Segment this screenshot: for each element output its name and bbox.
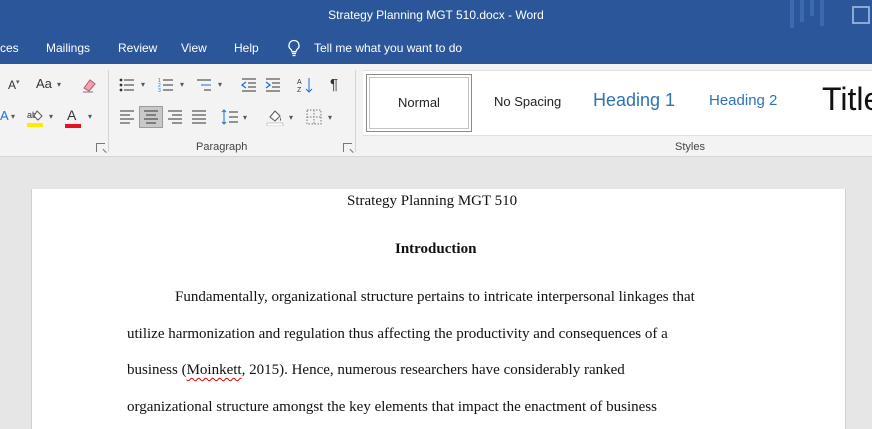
style-heading-1-label: Heading 1 [593, 90, 676, 110]
chevron-down-icon[interactable]: ▾ [57, 80, 61, 89]
group-divider [355, 70, 356, 152]
ribbon: A ▾ Aa ▾ A ▾ ab ▾ A ▾ ▾ 1 2 3 ▾ ▾ A Z ¶ … [0, 64, 872, 157]
shrink-arrow-icon: ▾ [16, 79, 20, 86]
borders-icon[interactable] [306, 109, 322, 125]
style-heading-2[interactable]: Heading 2 [695, 71, 805, 135]
paragraph-group-label: Paragraph [196, 141, 248, 153]
svg-text:3: 3 [158, 88, 161, 93]
decrease-indent-icon[interactable] [241, 77, 257, 93]
title-decoration [800, 0, 804, 22]
tell-me-search[interactable]: Tell me what you want to do [314, 41, 462, 55]
clear-formatting-icon[interactable] [80, 76, 98, 94]
chevron-down-icon[interactable]: ▾ [243, 113, 247, 122]
font-color-button[interactable]: A [67, 107, 76, 123]
style-heading-1[interactable]: Heading 1 [581, 71, 695, 135]
style-heading-2-label: Heading 2 [709, 92, 778, 109]
justify-icon[interactable] [191, 110, 207, 124]
tab-help[interactable]: Help [234, 41, 259, 55]
tab-review[interactable]: Review [118, 41, 157, 55]
ribbon-tabs: ces Mailings Review View Help Tell me wh… [0, 32, 872, 64]
chevron-down-icon[interactable]: ▾ [141, 80, 145, 89]
chevron-down-icon[interactable]: ▾ [88, 112, 92, 121]
align-left-icon[interactable] [119, 110, 135, 124]
show-formatting-button[interactable]: ¶ [330, 77, 338, 93]
align-right-icon[interactable] [167, 110, 183, 124]
tab-mailings[interactable]: Mailings [46, 41, 90, 55]
shading-icon[interactable] [266, 108, 284, 126]
highlight-icon[interactable]: ab [26, 108, 46, 128]
style-no-spacing[interactable]: No Spacing [473, 71, 581, 135]
lightbulb-icon[interactable] [286, 39, 302, 57]
increase-indent-icon[interactable] [265, 77, 281, 93]
change-case-button[interactable]: Aa [36, 76, 52, 92]
tab-references[interactable]: ces [0, 41, 19, 55]
style-title[interactable]: Title [805, 71, 872, 135]
chevron-down-icon[interactable]: ▾ [218, 80, 222, 89]
styles-group-label: Styles [675, 141, 705, 153]
svg-text:Z: Z [297, 87, 302, 94]
title-decoration [810, 0, 814, 16]
numbering-icon[interactable]: 1 2 3 [158, 77, 174, 93]
sort-icon[interactable]: A Z [297, 76, 313, 94]
chevron-down-icon[interactable]: ▾ [180, 80, 184, 89]
misspelled-word[interactable]: Moinkett [187, 362, 242, 378]
font-dialog-launcher-icon[interactable] [96, 143, 105, 152]
shrink-font-button[interactable]: A [8, 77, 16, 93]
chevron-down-icon[interactable]: ▾ [49, 112, 53, 121]
paragraph-line-2: utilize harmonization and regulation thu… [127, 326, 668, 342]
document-page[interactable]: Strategy Planning MGT 510 Introduction F… [31, 189, 846, 429]
line-3-suffix: , 2015). Hence, numerous researchers hav… [241, 362, 625, 378]
chevron-down-icon[interactable]: ▾ [328, 113, 332, 122]
paragraph-line-1: Fundamentally, organizational structure … [175, 289, 695, 305]
tab-view[interactable]: View [181, 41, 207, 55]
title-bar: Strategy Planning MGT 510.docx - Word [0, 0, 872, 32]
align-center-icon [144, 110, 158, 124]
multilevel-list-icon[interactable] [196, 77, 212, 93]
group-divider [108, 70, 109, 152]
chevron-down-icon[interactable]: ▾ [11, 112, 15, 121]
title-decoration [790, 0, 794, 28]
paragraph-line-3: business (Moinkett, 2015). Hence, numero… [127, 362, 625, 379]
style-normal-label: Normal [398, 95, 440, 110]
style-normal[interactable]: Normal [366, 74, 472, 132]
document-heading: Introduction [395, 241, 477, 257]
style-title-label: Title [822, 81, 872, 117]
bullets-icon[interactable] [119, 77, 135, 93]
chevron-down-icon[interactable]: ▾ [289, 113, 293, 122]
paragraph-line-4: organizational structure amongst the key… [127, 399, 657, 415]
window-title: Strategy Planning MGT 510.docx - Word [328, 8, 544, 22]
document-title-line: Strategy Planning MGT 510 [347, 193, 518, 209]
line-spacing-icon[interactable] [221, 109, 239, 125]
style-no-spacing-label: No Spacing [494, 94, 562, 109]
font-color-swatch [65, 124, 81, 128]
line-3-prefix: business ( [127, 362, 187, 378]
align-center-button[interactable] [139, 106, 163, 128]
restore-icon[interactable] [852, 6, 870, 24]
title-decoration [820, 0, 824, 26]
text-effects-button[interactable]: A [0, 108, 9, 124]
document-area: Strategy Planning MGT 510 Introduction F… [0, 157, 872, 429]
svg-text:A: A [297, 79, 302, 86]
styles-gallery: Normal No Spacing Heading 1 Heading 2 Ti… [363, 70, 872, 136]
paragraph-dialog-launcher-icon[interactable] [343, 143, 352, 152]
